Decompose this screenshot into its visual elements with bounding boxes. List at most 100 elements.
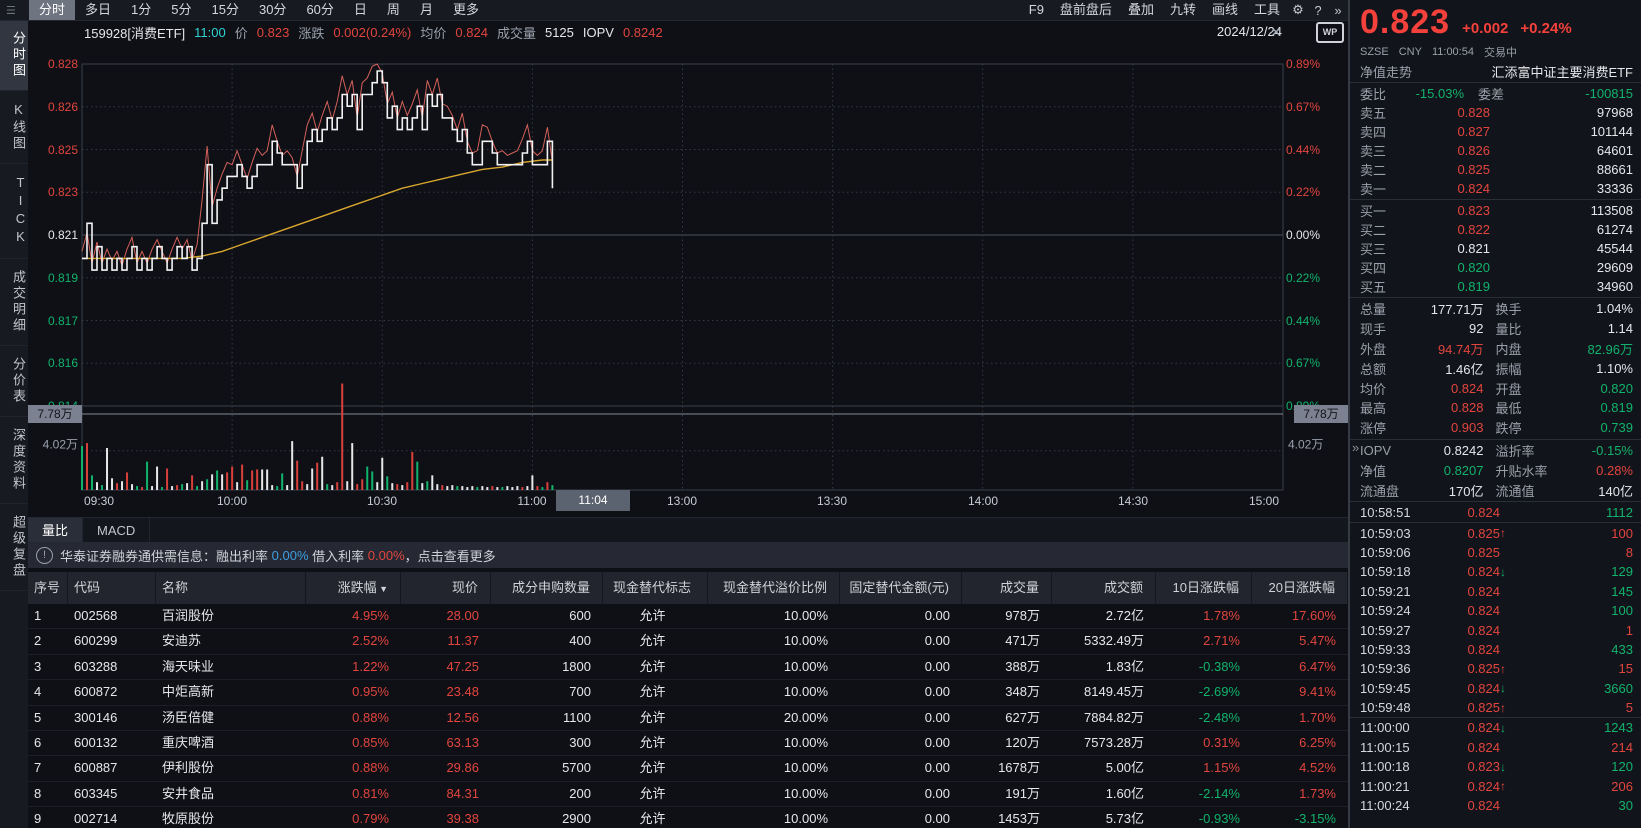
toolbar-button-工具[interactable]: 工具 (1246, 0, 1288, 20)
tick-row: 10:59:210.824145 (1350, 582, 1641, 601)
table-row[interactable]: 7600887伊利股份0.88%29.865700允许10.00%0.00167… (28, 756, 1348, 781)
column-header-现金替代标志[interactable]: 现金替代标志 (603, 572, 708, 604)
column-header-成分申购数量[interactable]: 成分申购数量 (491, 572, 603, 604)
level-volume: 33336 (1490, 181, 1633, 196)
arrow-down-icon: ↓ (1500, 565, 1514, 579)
arrow-up-icon: ↑ (1500, 526, 1514, 540)
table-row[interactable]: 2600299安迪苏2.52%11.37400允许10.00%0.00471万5… (28, 629, 1348, 654)
toolbar-tab-15分[interactable]: 15分 (202, 0, 249, 20)
intraday-chart[interactable] (28, 20, 1348, 517)
cell: 5.73亿 (1052, 807, 1156, 828)
column-header-20日涨跌幅[interactable]: 20日涨跌幅 (1252, 572, 1348, 604)
tick-volume: 1243 (1514, 720, 1633, 735)
tick-volume: 145 (1514, 584, 1633, 599)
column-header-现价[interactable]: 现价 (401, 572, 491, 604)
sidebar-item-分时图[interactable]: 分时图 (0, 20, 28, 91)
table-row[interactable]: 1002568百润股份4.95%28.00600允许10.00%0.00978万… (28, 604, 1348, 629)
tick-time: 10:59:18 (1360, 564, 1430, 579)
cell: 200 (491, 782, 603, 806)
column-header-10日涨跌幅[interactable]: 10日涨跌幅 (1156, 572, 1252, 604)
volume-scale-box[interactable]: 7.78万 (1294, 405, 1348, 423)
sidebar-item-超级复盘[interactable]: 超级复盘 (0, 504, 28, 591)
cell: 1100 (491, 706, 603, 730)
tick-price: 0.824 (1430, 720, 1500, 735)
app-menu-icon[interactable]: ☰ (6, 4, 24, 17)
sidebar-item-K线图[interactable]: K线图 (0, 91, 28, 164)
column-header-现金替代溢价比例[interactable]: 现金替代溢价比例 (708, 572, 840, 604)
expand-icon[interactable]: » (1328, 3, 1348, 18)
stat-value: 0.903 (1408, 420, 1484, 435)
table-row[interactable]: 5300146汤臣倍健0.88%12.561100允许20.00%0.00627… (28, 706, 1348, 731)
margin-notice-bar[interactable]: ! 华泰证券融券通供需信息：融出利率 0.00% 借入利率 0.00% ，点击查… (28, 542, 1348, 568)
indicator-tab-MACD[interactable]: MACD (83, 518, 150, 543)
sidebar-item-成交明细[interactable]: 成交明细 (0, 259, 28, 346)
tick-volume: 8 (1514, 545, 1633, 560)
tick-volume: 100 (1514, 526, 1633, 541)
table-row[interactable]: 4600872中炬高新0.95%23.48700允许10.00%0.00348万… (28, 680, 1348, 705)
panel-expand-icon[interactable]: » (1352, 440, 1359, 455)
cell: 9.41% (1252, 680, 1348, 704)
toolbar-button-九转[interactable]: 九转 (1162, 0, 1204, 20)
toolbar-button-F9[interactable]: F9 (1021, 0, 1052, 20)
table-row[interactable]: 9002714牧原股份0.79%39.382900允许10.00%0.00145… (28, 807, 1348, 828)
cell: 4 (28, 680, 68, 704)
column-header-序号[interactable]: 序号 (28, 572, 68, 604)
toolbar-tab-多日[interactable]: 多日 (75, 0, 121, 20)
ask-level-row: 卖二0.82588661 (1350, 160, 1641, 179)
stat-value: 82.96万 (1558, 339, 1634, 358)
help-icon[interactable]: ? (1308, 3, 1328, 18)
toolbar-tab-周[interactable]: 周 (377, 0, 410, 20)
tick-row: 10:59:180.824↓129 (1350, 562, 1641, 581)
stat-label: 升贴水率 (1484, 461, 1558, 480)
toolbar-tab-5分[interactable]: 5分 (161, 0, 201, 20)
sidebar-item-深度资料[interactable]: 深度资料 (0, 417, 28, 504)
stat-row: 总量177.71万换手1.04% (1350, 299, 1641, 319)
cell: 0.00 (840, 680, 962, 704)
column-header-涨跌幅[interactable]: 涨跌幅 ▼ (306, 572, 401, 604)
column-header-固定替代金额(元)[interactable]: 固定替代金额(元) (840, 572, 962, 604)
level-label: 卖三 (1360, 141, 1400, 160)
currency: CNY (1399, 46, 1422, 58)
toolbar-tab-更多[interactable]: 更多 (443, 0, 489, 20)
toolbar-tab-月[interactable]: 月 (410, 0, 443, 20)
stats-divider (1350, 297, 1641, 298)
cell: 0.00 (840, 782, 962, 806)
nav-row[interactable]: 净值走势 汇添富中证主要消费ETF (1350, 61, 1641, 83)
gear-icon[interactable]: ⚙ (1288, 2, 1308, 18)
indicator-tab-量比[interactable]: 量比 (28, 518, 83, 543)
tick-volume: 1112 (1514, 505, 1633, 520)
cell: 10.00% (708, 782, 840, 806)
sidebar-item-TICK[interactable]: TICK (0, 164, 28, 259)
tick-time: 10:58:51 (1360, 505, 1430, 520)
bid-level-row: 买四0.82029609 (1350, 258, 1641, 277)
tick-row: 11:00:240.82430 (1350, 796, 1641, 815)
tick-time: 11:00:00 (1360, 720, 1430, 735)
table-row[interactable]: 3603288海天味业1.22%47.251800允许10.00%0.00388… (28, 655, 1348, 680)
toolbar-tab-30分[interactable]: 30分 (249, 0, 296, 20)
column-header-成交额[interactable]: 成交额 (1052, 572, 1156, 604)
toolbar-tab-1分[interactable]: 1分 (121, 0, 161, 20)
volume-scale-box[interactable]: 7.78万 (28, 405, 82, 423)
toolbar-tab-日[interactable]: 日 (344, 0, 377, 20)
price-change-pct: +0.24% (1520, 20, 1571, 37)
tick-list[interactable]: 10:58:510.824111210:59:030.825↑10010:59:… (1350, 503, 1641, 815)
table-row[interactable]: 6600132重庆啤酒0.85%63.13300允许10.00%0.00120万… (28, 731, 1348, 756)
close-icon[interactable]: ✕ (1270, 24, 1282, 41)
column-header-名称[interactable]: 名称 (156, 572, 306, 604)
stat-value: 0.824 (1408, 381, 1484, 396)
toolbar-button-画线[interactable]: 画线 (1204, 0, 1246, 20)
column-header-代码[interactable]: 代码 (68, 572, 156, 604)
toolbar-button-盘前盘后[interactable]: 盘前盘后 (1052, 0, 1120, 20)
column-header-成交量[interactable]: 成交量 (962, 572, 1052, 604)
price-axis-label: 0.817 (28, 314, 78, 328)
price-axis-label: 0.828 (28, 57, 78, 71)
table-row[interactable]: 8603345安井食品0.81%84.31200允许10.00%0.00191万… (28, 782, 1348, 807)
tick-row: 10:59:060.8258 (1350, 543, 1641, 562)
sidebar-item-分价表[interactable]: 分价表 (0, 346, 28, 417)
toolbar-button-叠加[interactable]: 叠加 (1120, 0, 1162, 20)
cell: 允许 (603, 782, 708, 806)
toolbar-tab-60分[interactable]: 60分 (296, 0, 343, 20)
toolbar-tab-分时[interactable]: 分时 (29, 0, 75, 20)
percent-axis-label: 0.22% (1286, 271, 1344, 285)
cell: 0.85% (306, 731, 401, 755)
